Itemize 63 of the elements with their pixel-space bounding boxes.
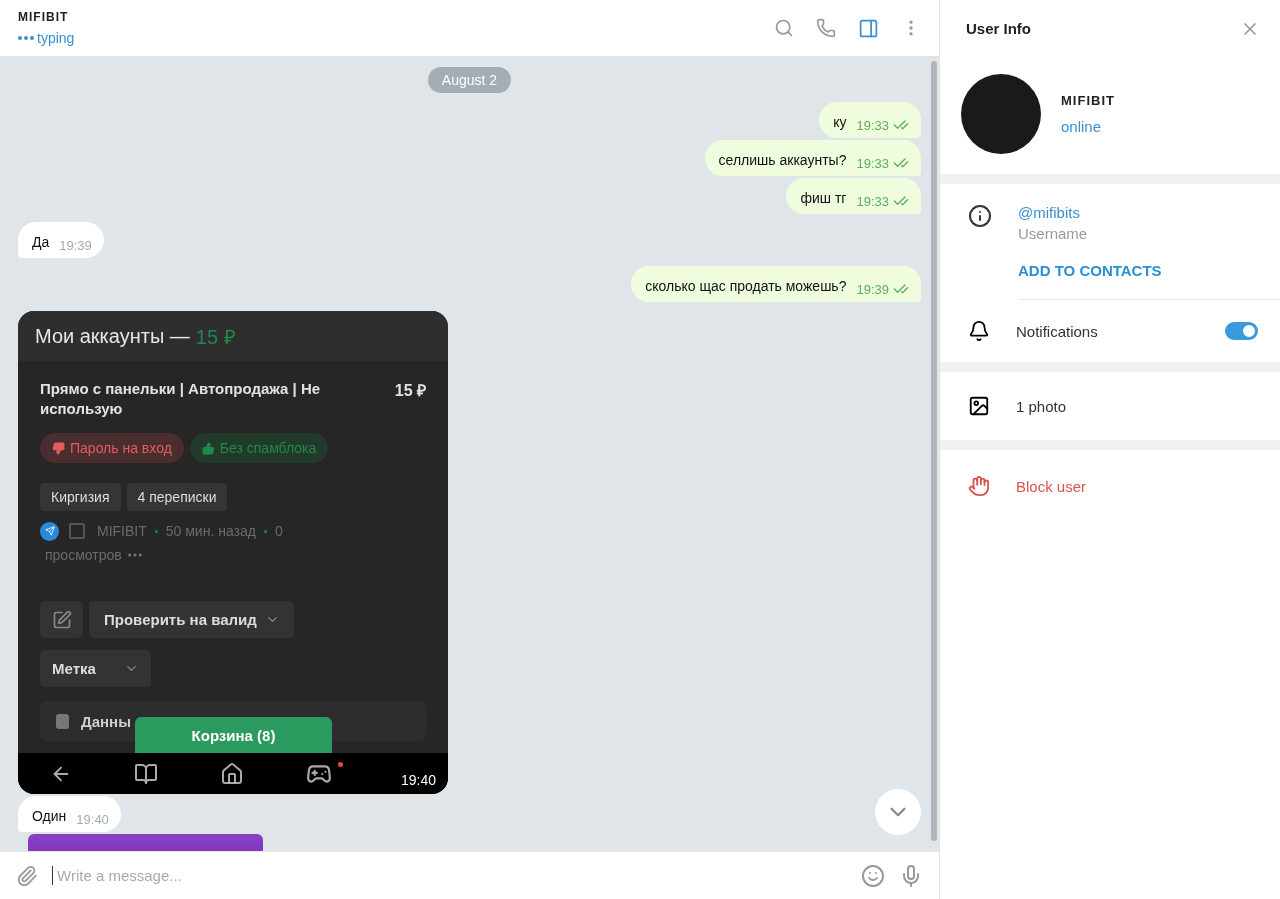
notifications-toggle[interactable]: [1225, 322, 1258, 340]
side-panel-icon[interactable]: [858, 17, 879, 39]
feature-badge: Без спамблока: [189, 433, 329, 463]
message-text: ку: [833, 114, 847, 130]
username[interactable]: @mifibits: [1018, 204, 1280, 221]
message-text: Да: [32, 234, 50, 250]
add-to-contacts-button[interactable]: ADD TO CONTACTS: [1018, 262, 1162, 279]
edit-icon: [51, 609, 72, 630]
seller-name: MIFIBIT: [97, 522, 147, 541]
message-time: 19:33: [856, 117, 909, 133]
message-text: сколько щас продать можешь?: [645, 278, 847, 294]
book-icon[interactable]: [134, 761, 158, 786]
feature-badge: Пароль на вход: [40, 433, 184, 463]
chat-title: MIFIBIT: [18, 10, 70, 24]
date-pill: August 2: [427, 67, 512, 93]
image-icon: [968, 395, 990, 417]
message-time: 19:33: [856, 193, 909, 209]
photos-link[interactable]: 1 photo: [1016, 397, 1067, 415]
views-label: просмотров: [45, 546, 122, 565]
listing-price: 15 ₽: [394, 381, 426, 401]
scroll-down-button[interactable]: [875, 789, 921, 835]
edit-button[interactable]: [40, 601, 83, 638]
info-icon: [968, 204, 992, 228]
data-label: Данны: [81, 712, 131, 730]
message-text: фиш тг: [800, 190, 847, 206]
message-time: 19:33: [856, 155, 909, 171]
profile-name: MIFIBIT: [1061, 93, 1115, 108]
thumbs-up-icon: [201, 441, 215, 455]
info-icon: [56, 713, 69, 729]
total-price: 15 ₽: [195, 324, 236, 350]
message-text: селлишь аккаунты?: [718, 152, 847, 168]
smile-icon[interactable]: [861, 863, 885, 888]
listing-tag: 4 переписки: [126, 483, 228, 511]
message-time: 19:40: [400, 772, 436, 788]
thumbs-down-icon: [52, 441, 65, 455]
home-icon[interactable]: [220, 761, 244, 786]
paper-plane-icon: [40, 521, 59, 541]
checkbox[interactable]: [69, 523, 85, 539]
search-icon[interactable]: [774, 18, 794, 38]
view-count: 0: [274, 522, 283, 541]
message-time: 19:39: [59, 238, 92, 253]
panel-title: User Info: [966, 20, 1031, 37]
bell-icon: [968, 320, 990, 342]
listing-tag: Киргизия: [40, 483, 121, 511]
block-user-button[interactable]: Block user: [1016, 477, 1087, 495]
notification-dot: [338, 762, 343, 767]
phone-icon[interactable]: [816, 18, 836, 38]
attach-icon[interactable]: [16, 864, 38, 887]
hand-icon: [968, 475, 990, 497]
check-validity-dropdown[interactable]: Проверить на валид: [89, 601, 294, 638]
username-label: Username: [1018, 225, 1089, 242]
message-text: Один: [32, 808, 67, 824]
typing-dots-icon: [18, 36, 34, 40]
profile-status: online: [1061, 118, 1103, 135]
notifications-label: Notifications: [1016, 322, 1099, 340]
typing-status: typing: [18, 30, 774, 46]
listing-title: Прямо с панельки | Автопродажа | Не использую: [40, 379, 322, 419]
message-time: 19:40: [76, 812, 109, 827]
message-time: 19:39: [856, 281, 909, 297]
label-dropdown[interactable]: Метка: [40, 650, 151, 687]
screenshot-title: Мои аккаунты —: [35, 324, 190, 348]
cart-button[interactable]: Корзина (8): [135, 717, 332, 753]
listing-age: 50 мин. назад: [165, 522, 256, 541]
